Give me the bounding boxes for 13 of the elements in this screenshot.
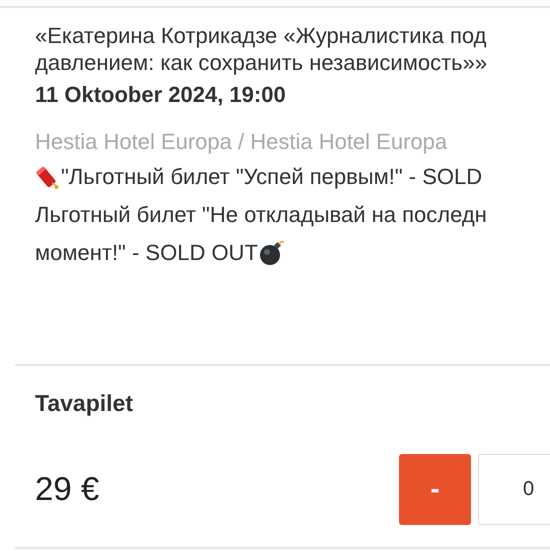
- bomb-icon: [258, 239, 286, 267]
- venue-text: Hestia Hotel Europa / Hestia Hotel Europa: [35, 128, 448, 156]
- event-datetime: 11 Oktoober 2024, 19:00: [35, 81, 287, 109]
- note-text: "Льготный билет "Успей первым!" - SOLD: [61, 163, 482, 191]
- ticket-name: Tavapilet: [35, 389, 134, 418]
- title-line: «Екатерина Котрикадзе «Журналистика под: [35, 22, 488, 49]
- note-text: Льготный билет "Не откладывай на последн: [35, 201, 487, 229]
- note-text: момент!" - SOLD OUT: [35, 239, 258, 267]
- quantity-field[interactable]: 0: [478, 454, 550, 524]
- decrement-button[interactable]: -: [399, 454, 471, 524]
- ticket-price: 29 €: [35, 469, 100, 510]
- title-line: давлением: как сохранить независимость»»: [35, 49, 488, 76]
- firecracker-icon: [35, 164, 61, 190]
